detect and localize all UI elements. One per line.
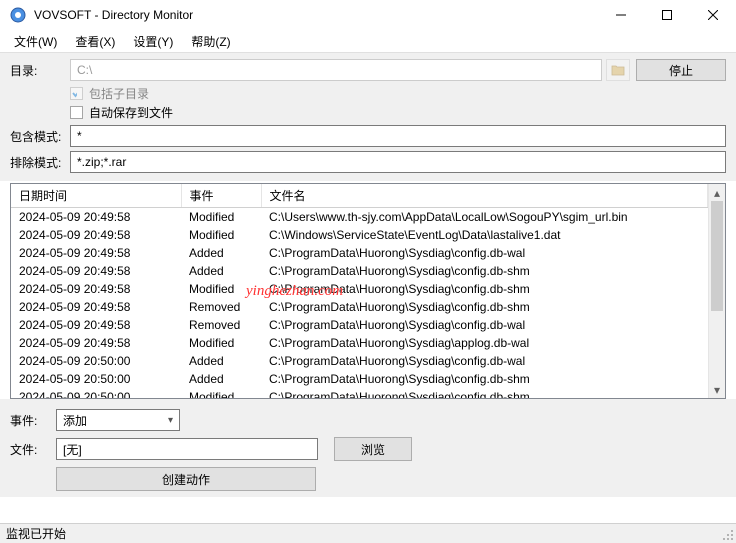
titlebar: VOVSOFT - Directory Monitor	[0, 0, 736, 30]
vertical-scrollbar[interactable]: ▴ ▾	[708, 184, 725, 398]
event-combobox-value: 添加	[63, 412, 87, 429]
resize-grip-icon[interactable]	[722, 529, 734, 541]
close-button[interactable]	[690, 0, 736, 30]
create-action-button[interactable]: 创建动作	[56, 467, 316, 491]
log-table[interactable]: 日期时间 事件 文件名 2024-05-09 20:49:58ModifiedC…	[11, 184, 708, 398]
log-cell-filename: C:\ProgramData\Huorong\Sysdiag\applog.db…	[261, 334, 708, 352]
folder-icon	[611, 64, 625, 76]
directory-label: 目录:	[10, 62, 70, 79]
include-pattern-label: 包含模式:	[10, 128, 70, 145]
log-cell-datetime: 2024-05-09 20:49:58	[11, 262, 181, 280]
action-panel: 事件: 添加 ▾ 文件: [无] 浏览 创建动作	[0, 399, 736, 497]
scrollbar-thumb[interactable]	[711, 201, 723, 311]
exclude-pattern-input[interactable]: *.zip;*.rar	[70, 151, 726, 173]
log-cell-datetime: 2024-05-09 20:49:58	[11, 334, 181, 352]
include-subfolders-label: 包括子目录	[89, 85, 149, 102]
log-header-datetime[interactable]: 日期时间	[11, 184, 181, 208]
log-cell-event: Removed	[181, 298, 261, 316]
statusbar: 监视已开始	[0, 523, 736, 543]
log-cell-filename: C:\ProgramData\Huorong\Sysdiag\config.db…	[261, 298, 708, 316]
file-label: 文件:	[10, 441, 56, 458]
log-header-filename[interactable]: 文件名	[261, 184, 708, 208]
table-row[interactable]: 2024-05-09 20:49:58ModifiedC:\Users\www.…	[11, 208, 708, 227]
log-cell-datetime: 2024-05-09 20:49:58	[11, 316, 181, 334]
log-cell-event: Modified	[181, 388, 261, 398]
table-row[interactable]: 2024-05-09 20:50:00ModifiedC:\ProgramDat…	[11, 388, 708, 398]
log-cell-event: Added	[181, 262, 261, 280]
menu-file[interactable]: 文件(W)	[6, 31, 65, 52]
log-header-event[interactable]: 事件	[181, 184, 261, 208]
chevron-down-icon: ▾	[168, 415, 173, 426]
log-cell-filename: C:\Users\www.th-sjy.com\AppData\LocalLow…	[261, 208, 708, 227]
autosave-label: 自动保存到文件	[89, 104, 173, 121]
log-cell-filename: C:\ProgramData\Huorong\Sysdiag\config.db…	[261, 352, 708, 370]
scroll-down-icon[interactable]: ▾	[709, 381, 725, 398]
status-text: 监视已开始	[6, 525, 66, 542]
include-subfolders-checkbox[interactable]	[70, 87, 83, 100]
event-label: 事件:	[10, 412, 56, 429]
log-cell-filename: C:\ProgramData\Huorong\Sysdiag\config.db…	[261, 388, 708, 398]
log-cell-filename: C:\ProgramData\Huorong\Sysdiag\config.db…	[261, 370, 708, 388]
log-cell-event: Modified	[181, 280, 261, 298]
table-row[interactable]: 2024-05-09 20:50:00AddedC:\ProgramData\H…	[11, 352, 708, 370]
log-cell-filename: C:\ProgramData\Huorong\Sysdiag\config.db…	[261, 316, 708, 334]
table-row[interactable]: 2024-05-09 20:49:58AddedC:\ProgramData\H…	[11, 244, 708, 262]
directory-input[interactable]: C:\	[70, 59, 602, 81]
table-row[interactable]: 2024-05-09 20:49:58AddedC:\ProgramData\H…	[11, 262, 708, 280]
log-cell-datetime: 2024-05-09 20:49:58	[11, 226, 181, 244]
log-cell-datetime: 2024-05-09 20:50:00	[11, 352, 181, 370]
autosave-checkbox[interactable]	[70, 106, 83, 119]
log-cell-filename: C:\ProgramData\Huorong\Sysdiag\config.db…	[261, 262, 708, 280]
scroll-up-icon[interactable]: ▴	[709, 184, 725, 201]
log-cell-event: Modified	[181, 334, 261, 352]
browse-folder-button[interactable]	[606, 59, 630, 81]
log-cell-datetime: 2024-05-09 20:50:00	[11, 370, 181, 388]
log-cell-filename: C:\Windows\ServiceState\EventLog\Data\la…	[261, 226, 708, 244]
table-row[interactable]: 2024-05-09 20:49:58ModifiedC:\Windows\Se…	[11, 226, 708, 244]
table-row[interactable]: 2024-05-09 20:50:00AddedC:\ProgramData\H…	[11, 370, 708, 388]
table-row[interactable]: 2024-05-09 20:49:58RemovedC:\ProgramData…	[11, 298, 708, 316]
log-cell-event: Added	[181, 352, 261, 370]
table-row[interactable]: 2024-05-09 20:49:58ModifiedC:\ProgramDat…	[11, 334, 708, 352]
log-cell-datetime: 2024-05-09 20:49:58	[11, 280, 181, 298]
log-cell-event: Added	[181, 370, 261, 388]
event-combobox[interactable]: 添加 ▾	[56, 409, 180, 431]
log-cell-event: Removed	[181, 316, 261, 334]
include-pattern-input[interactable]: *	[70, 125, 726, 147]
log-cell-datetime: 2024-05-09 20:50:00	[11, 388, 181, 398]
log-panel: 日期时间 事件 文件名 2024-05-09 20:49:58ModifiedC…	[10, 183, 726, 399]
menubar: 文件(W) 查看(X) 设置(Y) 帮助(Z)	[0, 30, 736, 52]
browse-button[interactable]: 浏览	[334, 437, 412, 461]
log-cell-datetime: 2024-05-09 20:49:58	[11, 208, 181, 227]
log-cell-event: Modified	[181, 226, 261, 244]
window-title: VOVSOFT - Directory Monitor	[34, 8, 193, 22]
log-cell-event: Modified	[181, 208, 261, 227]
table-row[interactable]: 2024-05-09 20:49:58RemovedC:\ProgramData…	[11, 316, 708, 334]
exclude-pattern-label: 排除模式:	[10, 154, 70, 171]
stop-button[interactable]: 停止	[636, 59, 726, 81]
log-cell-datetime: 2024-05-09 20:49:58	[11, 298, 181, 316]
maximize-button[interactable]	[644, 0, 690, 30]
menu-settings[interactable]: 设置(Y)	[125, 31, 181, 52]
log-cell-filename: C:\ProgramData\Huorong\Sysdiag\config.db…	[261, 244, 708, 262]
log-cell-datetime: 2024-05-09 20:49:58	[11, 244, 181, 262]
log-cell-filename: C:\ProgramData\Huorong\Sysdiag\config.db…	[261, 280, 708, 298]
log-cell-event: Added	[181, 244, 261, 262]
menu-help[interactable]: 帮助(Z)	[183, 31, 238, 52]
minimize-button[interactable]	[598, 0, 644, 30]
menu-view[interactable]: 查看(X)	[67, 31, 123, 52]
options-panel: 目录: C:\ 停止 包括子目录 自动保存到文件 包含模式: * 排除模式: *…	[0, 52, 736, 181]
app-icon	[10, 7, 26, 23]
table-row[interactable]: 2024-05-09 20:49:58ModifiedC:\ProgramDat…	[11, 280, 708, 298]
file-input[interactable]: [无]	[56, 438, 318, 460]
